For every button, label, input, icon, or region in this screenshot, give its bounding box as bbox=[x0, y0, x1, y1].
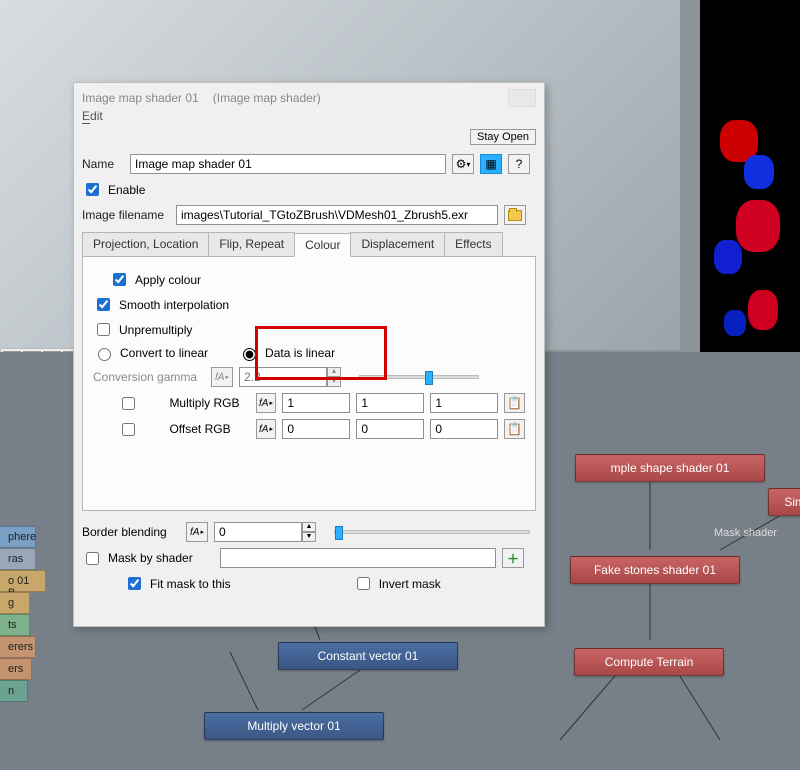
sidebar-item[interactable]: ras bbox=[0, 548, 36, 570]
menu-bar: Edit bbox=[74, 109, 544, 127]
sidebar-item[interactable]: ers bbox=[0, 658, 32, 680]
border-slider[interactable] bbox=[334, 530, 530, 534]
fa-button-icon[interactable]: fA bbox=[256, 419, 277, 439]
sidebar-item[interactable]: phere bbox=[0, 526, 36, 548]
browse-file-icon[interactable] bbox=[504, 205, 526, 225]
clipboard-icon[interactable]: 📋 bbox=[504, 393, 525, 413]
apply-colour-checkbox[interactable] bbox=[113, 273, 126, 286]
image-filename-input[interactable] bbox=[176, 205, 498, 225]
name-input[interactable] bbox=[130, 154, 446, 174]
dialog-type: (Image map shader) bbox=[213, 91, 321, 105]
mask-by-shader-label: Mask by shader bbox=[108, 551, 214, 565]
colour-panel: Apply colour Smooth interpolation Unprem… bbox=[82, 257, 536, 511]
slider-thumb[interactable] bbox=[335, 526, 343, 540]
off-r-input[interactable] bbox=[282, 419, 350, 439]
tab-strip: Projection, Location Flip, Repeat Colour… bbox=[82, 232, 536, 257]
off-b-input[interactable] bbox=[430, 419, 498, 439]
enable-label: Enable bbox=[108, 183, 145, 197]
invert-mask-label: Invert mask bbox=[379, 577, 441, 591]
slider-thumb[interactable] bbox=[425, 371, 433, 385]
conversion-gamma-label: Conversion gamma bbox=[93, 370, 205, 384]
highlight-box bbox=[255, 326, 387, 380]
name-label: Name bbox=[82, 157, 124, 171]
node-multiply-vector[interactable]: Multiply vector 01 bbox=[204, 712, 384, 740]
stay-open-button[interactable]: Stay Open bbox=[470, 129, 536, 145]
spin-up-icon[interactable]: ▲ bbox=[302, 522, 316, 532]
unpremultiply-checkbox[interactable] bbox=[97, 323, 110, 336]
preview-blob bbox=[748, 290, 778, 330]
preview-blob bbox=[714, 240, 742, 274]
enable-checkbox[interactable] bbox=[86, 183, 99, 196]
preview-blob bbox=[744, 155, 774, 189]
mask-by-shader-checkbox[interactable] bbox=[86, 552, 99, 565]
unpremultiply-label: Unpremultiply bbox=[119, 323, 192, 337]
sidebar-item[interactable]: ts bbox=[0, 614, 30, 636]
mask-shader-input[interactable] bbox=[220, 548, 496, 568]
help-icon[interactable]: ? bbox=[508, 154, 530, 174]
gear-icon[interactable]: ⚙▾ bbox=[452, 154, 474, 174]
tab-displacement[interactable]: Displacement bbox=[350, 232, 445, 256]
tab-projection[interactable]: Projection, Location bbox=[82, 232, 209, 256]
multiply-rgb-label: Multiply RGB bbox=[169, 396, 249, 410]
smooth-interpolation-label: Smooth interpolation bbox=[119, 298, 229, 312]
fa-button-icon[interactable]: fA bbox=[256, 393, 277, 413]
tab-colour[interactable]: Colour bbox=[294, 233, 351, 257]
dialog-titlebar[interactable]: Image map shader 01 (Image map shader) bbox=[74, 83, 544, 109]
preview-blob bbox=[736, 200, 780, 252]
offset-rgb-label: Offset RGB bbox=[169, 422, 249, 436]
smooth-interpolation-checkbox[interactable] bbox=[97, 298, 110, 311]
node-simple-cut[interactable]: Simp bbox=[768, 488, 800, 516]
fa-button-icon[interactable]: fA bbox=[211, 367, 233, 387]
mask-shader-label: Mask shader bbox=[714, 527, 777, 539]
preview-panel bbox=[700, 0, 800, 395]
apply-colour-label: Apply colour bbox=[135, 273, 201, 287]
node-simple-shape[interactable]: mple shape shader 01 bbox=[575, 454, 765, 482]
border-blending-input[interactable] bbox=[214, 522, 302, 542]
shader-dialog: Image map shader 01 (Image map shader) E… bbox=[73, 82, 545, 627]
preview-blob bbox=[724, 310, 746, 336]
preview-icon[interactable]: ▦ bbox=[480, 154, 502, 174]
multiply-rgb-checkbox[interactable] bbox=[97, 397, 160, 410]
node-fake-stones[interactable]: Fake stones shader 01 bbox=[570, 556, 740, 584]
mult-g-input[interactable] bbox=[356, 393, 424, 413]
sidebar-item[interactable]: g bbox=[0, 592, 30, 614]
mult-r-input[interactable] bbox=[282, 393, 350, 413]
tab-flip-repeat[interactable]: Flip, Repeat bbox=[208, 232, 295, 256]
sidebar-item[interactable]: n bbox=[0, 680, 28, 702]
invert-mask-checkbox[interactable] bbox=[357, 577, 370, 590]
mult-b-input[interactable] bbox=[430, 393, 498, 413]
convert-to-linear-label: Convert to linear bbox=[120, 346, 208, 360]
dialog-title: Image map shader 01 bbox=[82, 91, 199, 105]
convert-to-linear-radio[interactable] bbox=[98, 348, 111, 361]
menu-edit[interactable]: Edit bbox=[82, 109, 103, 124]
fit-mask-checkbox[interactable] bbox=[128, 577, 141, 590]
sidebar-item[interactable]: erers bbox=[0, 636, 36, 658]
node-compute-terrain[interactable]: Compute Terrain bbox=[574, 648, 724, 676]
image-filename-label: Image filename bbox=[82, 208, 170, 222]
fit-mask-label: Fit mask to this bbox=[150, 577, 231, 591]
close-icon[interactable] bbox=[508, 89, 536, 107]
spin-down-icon[interactable]: ▼ bbox=[302, 532, 316, 542]
sidebar-item[interactable]: o 01 B... bbox=[0, 570, 46, 592]
off-g-input[interactable] bbox=[356, 419, 424, 439]
clipboard-icon[interactable]: 📋 bbox=[504, 419, 525, 439]
offset-rgb-checkbox[interactable] bbox=[97, 423, 160, 436]
tab-effects[interactable]: Effects bbox=[444, 232, 502, 256]
fa-button-icon[interactable]: fA bbox=[186, 522, 208, 542]
border-blending-label: Border blending bbox=[82, 525, 180, 539]
node-constant-vector[interactable]: Constant vector 01 bbox=[278, 642, 458, 670]
add-icon[interactable]: ＋ bbox=[502, 548, 524, 568]
